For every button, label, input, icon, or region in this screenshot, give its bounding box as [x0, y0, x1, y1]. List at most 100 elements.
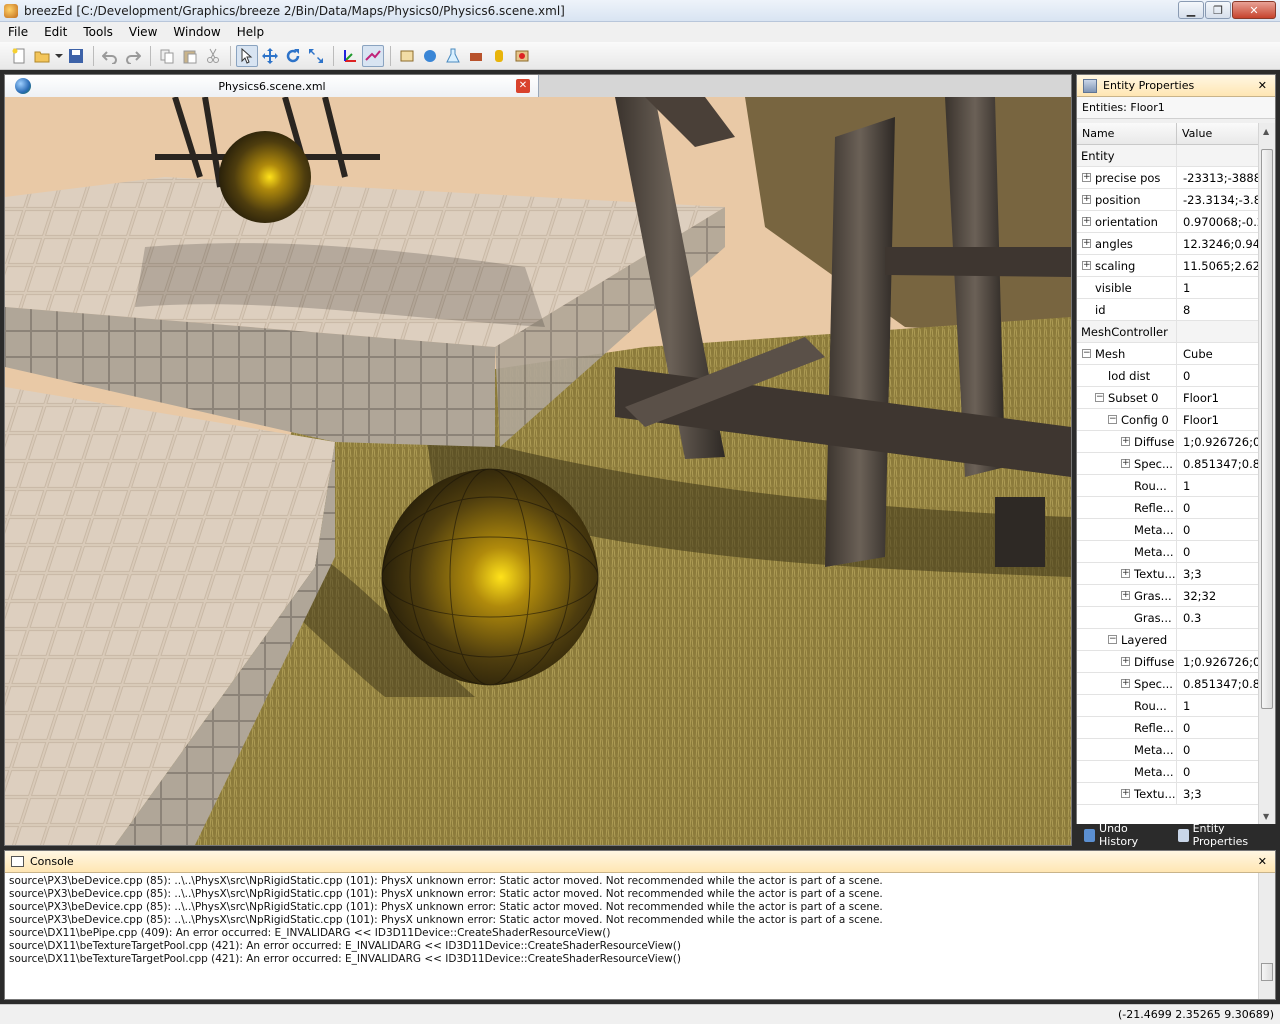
add-sphere-icon[interactable] [419, 45, 441, 67]
open-icon[interactable] [31, 45, 53, 67]
property-row[interactable]: + Gras... 32;32 [1077, 585, 1259, 607]
property-value[interactable]: 8 [1177, 299, 1259, 320]
property-value[interactable]: Floor1 [1177, 409, 1259, 430]
open-dropdown-icon[interactable] [54, 45, 64, 67]
property-row[interactable]: + position -23.3134;-3.888 [1077, 189, 1259, 211]
menu-tools[interactable]: Tools [75, 22, 121, 42]
property-value[interactable]: 0 [1177, 717, 1259, 738]
expand-icon[interactable]: + [1082, 173, 1091, 182]
expand-icon[interactable]: + [1121, 569, 1130, 578]
close-panel-icon[interactable]: ✕ [1258, 79, 1267, 92]
property-row[interactable]: + precise pos -23313;-3888;8 [1077, 167, 1259, 189]
property-value[interactable]: 0.851347;0.851 [1177, 673, 1259, 694]
property-row[interactable]: + Textu... 3;3 [1077, 783, 1259, 805]
property-value[interactable]: Cube [1177, 343, 1259, 364]
property-value[interactable]: 11.5065;2.6297 [1177, 255, 1259, 276]
console-scroll-thumb[interactable] [1261, 963, 1273, 981]
property-row[interactable]: id 8 [1077, 299, 1259, 321]
property-value[interactable]: -23.3134;-3.888 [1177, 189, 1259, 210]
tab-physics6-scene[interactable]: Physics6.scene.xml ✕ [5, 75, 539, 97]
property-value[interactable]: -23313;-3888;8 [1177, 167, 1259, 188]
property-value[interactable]: 0 [1177, 519, 1259, 540]
expand-icon[interactable]: + [1121, 591, 1130, 600]
property-value[interactable]: 0 [1177, 541, 1259, 562]
property-row[interactable]: Meta... 0 [1077, 519, 1259, 541]
close-console-icon[interactable]: ✕ [1258, 855, 1267, 868]
property-value[interactable] [1177, 321, 1259, 342]
property-row[interactable]: + Textu... 3;3 [1077, 563, 1259, 585]
column-name[interactable]: Name [1077, 123, 1177, 144]
expand-icon[interactable]: + [1082, 239, 1091, 248]
collapse-icon[interactable]: − [1082, 349, 1091, 358]
collapse-icon[interactable]: − [1108, 635, 1117, 644]
menu-window[interactable]: Window [165, 22, 228, 42]
expand-icon[interactable]: + [1082, 217, 1091, 226]
expand-icon[interactable]: + [1082, 195, 1091, 204]
add-entity-icon[interactable] [396, 45, 418, 67]
console-scrollbar[interactable] [1258, 873, 1275, 999]
property-value[interactable]: 0 [1177, 497, 1259, 518]
property-value[interactable] [1177, 629, 1259, 650]
property-value[interactable]: 0 [1177, 761, 1259, 782]
expand-icon[interactable]: + [1121, 657, 1130, 666]
property-value[interactable]: 0 [1177, 739, 1259, 760]
tab-undo-history[interactable]: Undo History [1076, 822, 1160, 848]
expand-icon[interactable]: + [1082, 261, 1091, 270]
column-value[interactable]: Value [1177, 123, 1259, 144]
snap-icon[interactable] [362, 44, 384, 67]
property-row[interactable]: Gras... 0.3 [1077, 607, 1259, 629]
expand-icon[interactable]: + [1121, 459, 1130, 468]
property-row[interactable]: Meta... 0 [1077, 739, 1259, 761]
property-row[interactable]: Meta... 0 [1077, 541, 1259, 563]
scene-viewport[interactable] [5, 97, 1071, 845]
property-row[interactable]: Meta... 0 [1077, 761, 1259, 783]
property-value[interactable]: 1 [1177, 695, 1259, 716]
property-row[interactable]: + orientation 0.970068;-0.24 [1077, 211, 1259, 233]
console-log[interactable]: source\PX3\beDevice.cpp (85): ..\..\Phys… [5, 873, 1257, 999]
scroll-thumb[interactable] [1261, 149, 1273, 709]
property-value[interactable]: 0 [1177, 365, 1259, 386]
property-grid-vscrollbar[interactable]: ▲ ▼ [1258, 123, 1275, 825]
undo-icon[interactable] [99, 45, 121, 67]
select-icon[interactable] [236, 44, 258, 67]
expand-icon[interactable]: + [1121, 437, 1130, 446]
property-row[interactable]: Rou... 1 [1077, 475, 1259, 497]
property-value[interactable]: Floor1 [1177, 387, 1259, 408]
property-row[interactable]: − Layered [1077, 629, 1259, 651]
property-value[interactable]: 1 [1177, 475, 1259, 496]
property-row[interactable]: Refle... 0 [1077, 497, 1259, 519]
move-icon[interactable] [259, 45, 281, 67]
property-row[interactable]: + angles 12.3246;0.9406 [1077, 233, 1259, 255]
close-tab-icon[interactable]: ✕ [516, 79, 530, 93]
property-value[interactable]: 0.3 [1177, 607, 1259, 628]
menu-help[interactable]: Help [229, 22, 272, 42]
property-row[interactable]: MeshController [1077, 321, 1259, 343]
add-cylinder-icon[interactable] [488, 45, 510, 67]
property-row[interactable]: + Diffuse1;0.926726;0.17 [1077, 431, 1259, 453]
menu-edit[interactable]: Edit [36, 22, 75, 42]
minimize-button[interactable]: ▁ [1178, 1, 1204, 19]
property-row[interactable]: Rou... 1 [1077, 695, 1259, 717]
property-row[interactable]: + Diffuse1;0.926726;0.17 [1077, 651, 1259, 673]
property-row[interactable]: + Spec... 0.851347;0.851 [1077, 453, 1259, 475]
tab-entity-properties[interactable]: Entity Properties [1170, 822, 1270, 848]
property-value[interactable]: 0.851347;0.851 [1177, 453, 1259, 474]
collapse-icon[interactable]: − [1108, 415, 1117, 424]
property-row[interactable]: − Mesh Cube [1077, 343, 1259, 365]
add-box-icon[interactable] [465, 45, 487, 67]
scale-icon[interactable] [305, 45, 327, 67]
add-physics-icon[interactable] [442, 45, 464, 67]
maximize-button[interactable]: ❐ [1205, 1, 1231, 19]
copy-icon[interactable] [156, 45, 178, 67]
property-row[interactable]: Refle... 0 [1077, 717, 1259, 739]
expand-icon[interactable]: + [1121, 789, 1130, 798]
property-row[interactable]: + scaling 11.5065;2.6297 [1077, 255, 1259, 277]
add-light-icon[interactable] [511, 45, 533, 67]
redo-icon[interactable] [122, 45, 144, 67]
property-value[interactable]: 1;0.926726;0.17 [1177, 431, 1259, 452]
cut-icon[interactable] [202, 45, 224, 67]
paste-icon[interactable] [179, 45, 201, 67]
property-row[interactable]: − Config 0 Floor1 [1077, 409, 1259, 431]
property-row[interactable]: visible 1 [1077, 277, 1259, 299]
menu-file[interactable]: File [0, 22, 36, 42]
